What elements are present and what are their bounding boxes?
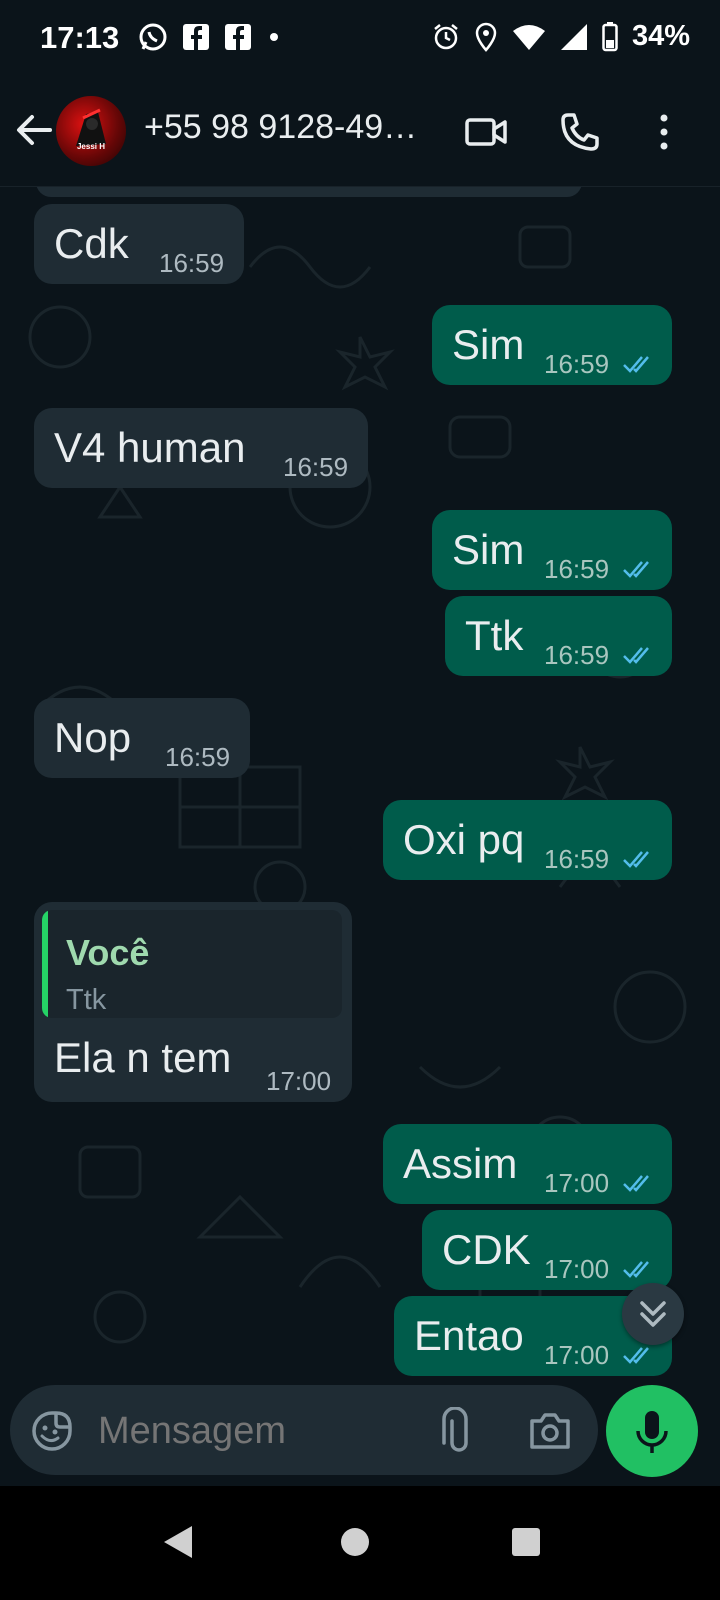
message-bubble-incoming-reply[interactable]: Você Ttk Ela n tem 17:00 <box>34 902 352 1102</box>
message-text: V4 human <box>54 424 246 471</box>
message-bubble-incoming[interactable]: Nop 16:59 <box>34 698 250 778</box>
status-bar: 17:13 34% <box>0 0 720 76</box>
quote-author: Você <box>66 932 150 973</box>
message-text: Nop <box>54 714 132 761</box>
wifi-icon <box>512 24 545 50</box>
status-icons-left <box>138 22 282 52</box>
facebook-icon <box>183 24 209 50</box>
avatar[interactable]: Jessi H <box>56 96 126 166</box>
read-ticks-icon <box>623 1175 649 1192</box>
dot-icon <box>270 33 278 41</box>
message-text: Sim <box>452 321 525 368</box>
sticker-icon[interactable] <box>30 1409 74 1453</box>
status-time: 17:13 <box>40 20 120 55</box>
system-nav-bar <box>0 1486 720 1600</box>
message-time: 17:00 <box>544 1254 610 1284</box>
message-bubble-outgoing[interactable]: Sim 16:59 <box>432 510 672 590</box>
message-bubble-partial[interactable] <box>36 187 582 197</box>
chat-area[interactable]: Cdk 16:59 Sim 16:59 V4 human 16:59 Sim 1… <box>0 187 720 1385</box>
message-time: 16:59 <box>544 349 610 379</box>
read-ticks-icon <box>623 356 649 373</box>
message-composer <box>10 1385 598 1475</box>
message-input[interactable] <box>96 1407 400 1455</box>
message-text: Ttk <box>465 612 524 659</box>
voice-message-button[interactable] <box>606 1385 698 1477</box>
avatar-label: Jessi H <box>76 142 106 151</box>
read-ticks-icon <box>623 851 649 868</box>
status-icons-right: 34% <box>432 20 690 53</box>
nav-recents-icon[interactable] <box>508 1524 544 1560</box>
read-ticks-icon <box>623 1347 649 1364</box>
message-bubble-outgoing[interactable]: Sim 16:59 <box>432 305 672 385</box>
facebook-icon <box>225 24 251 50</box>
message-time: 17:00 <box>544 1340 610 1370</box>
message-bubble-outgoing[interactable]: Assim 17:00 <box>383 1124 672 1204</box>
message-bubble-outgoing[interactable]: Ttk 16:59 <box>445 596 672 676</box>
nav-home-icon[interactable] <box>337 1524 373 1560</box>
message-bubble-incoming[interactable]: Cdk 16:59 <box>34 204 244 284</box>
message-bubble-outgoing[interactable]: CDK 17:00 <box>422 1210 672 1290</box>
read-ticks-icon <box>623 561 649 578</box>
message-time: 16:59 <box>159 248 225 278</box>
back-arrow-icon[interactable] <box>14 110 54 150</box>
message-time: 17:00 <box>266 1066 332 1096</box>
voice-call-icon[interactable] <box>558 110 602 154</box>
quoted-message[interactable]: Você Ttk <box>42 910 342 1018</box>
avatar-image <box>76 108 106 146</box>
nav-back-icon[interactable] <box>160 1524 196 1560</box>
message-text: Entao <box>414 1312 524 1359</box>
camera-icon[interactable] <box>528 1409 572 1451</box>
message-text: Oxi pq <box>403 816 525 863</box>
more-options-icon[interactable] <box>642 110 686 154</box>
message-text: Ela n tem <box>54 1034 232 1081</box>
message-time: 16:59 <box>544 640 610 670</box>
attach-icon[interactable] <box>434 1407 476 1455</box>
message-text: CDK <box>442 1226 531 1273</box>
message-time: 16:59 <box>165 742 231 772</box>
message-text: Assim <box>403 1140 518 1187</box>
read-ticks-icon <box>623 647 649 664</box>
double-chevron-down-icon <box>640 1301 666 1327</box>
message-time: 17:00 <box>544 1168 610 1198</box>
battery-icon <box>602 21 618 51</box>
message-bubble-incoming[interactable]: V4 human 16:59 <box>34 408 368 488</box>
message-time: 16:59 <box>283 452 349 482</box>
message-time: 16:59 <box>544 554 610 584</box>
signal-icon <box>560 23 587 50</box>
location-icon <box>475 22 497 52</box>
microphone-icon <box>636 1411 668 1453</box>
contact-name[interactable]: +55 98 9128-49… <box>144 108 444 147</box>
whatsapp-icon <box>139 23 167 51</box>
scroll-to-bottom-button[interactable] <box>622 1283 684 1345</box>
read-ticks-icon <box>623 1261 649 1278</box>
video-call-icon[interactable] <box>464 110 508 154</box>
message-text: Sim <box>452 526 525 573</box>
message-text: Cdk <box>54 220 129 267</box>
battery-percent: 34% <box>631 20 690 52</box>
message-time: 16:59 <box>544 844 610 874</box>
alarm-icon <box>434 23 458 49</box>
quote-text: Ttk <box>66 984 107 1016</box>
chat-header: Jessi H +55 98 9128-49… <box>0 76 720 187</box>
message-bubble-outgoing[interactable]: Oxi pq 16:59 <box>383 800 672 880</box>
quote-accent-bar <box>42 910 48 1018</box>
